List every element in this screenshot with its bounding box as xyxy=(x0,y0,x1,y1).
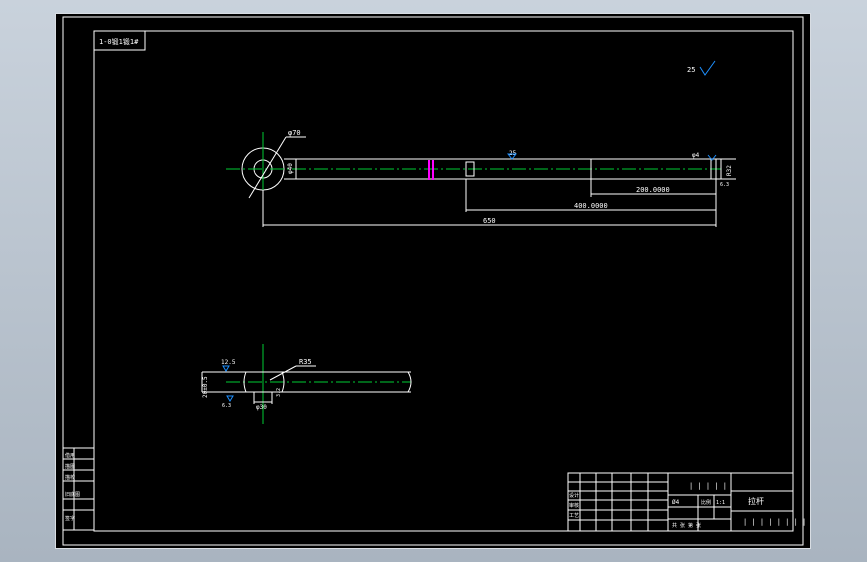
roughness-top: 12.5 xyxy=(221,359,236,366)
tb-sheet: 共 张 第 张 xyxy=(672,522,701,529)
dimension-650: 650 xyxy=(483,217,496,225)
roughness-bottom-icon xyxy=(226,395,234,402)
tip-dim: R32 xyxy=(726,165,733,176)
bottom-mid-label: φ30 xyxy=(256,404,267,411)
tb-weight: Ø4 xyxy=(672,499,680,506)
tb-part-name: 拉杆 xyxy=(748,496,764,506)
roughness-note: 25 xyxy=(687,66,695,74)
tip-tolerance: 6.3 xyxy=(720,182,729,188)
bottom-right-label: 3.2 xyxy=(276,388,282,397)
side-row-2: 描图 xyxy=(65,463,75,470)
title-block: 设计 审核 工艺 | | | | | Ø4 比例 1:1 共 张 第 张 拉杆 … xyxy=(567,472,806,532)
roughness-symbol-icon xyxy=(699,60,716,76)
bottom-left-label: 6.3 xyxy=(222,403,231,409)
side-row-5: 签字 xyxy=(65,515,75,522)
tb-material: | | | | | xyxy=(689,482,727,490)
section-view: R35 12.5 20±0.5 6.3 φ30 3.2 xyxy=(201,344,412,424)
dimension-200: 200.0000 xyxy=(636,186,670,194)
title-tab-text: 1-0锻1锻1# xyxy=(99,37,139,46)
shaft-dim: φ40 xyxy=(287,163,294,174)
tb-row-review: 审核 xyxy=(569,502,579,509)
tb-row-process: 工艺 xyxy=(569,513,579,519)
tb-row-design: 设计 xyxy=(569,492,579,499)
side-table: 借用 描图 描校 旧底图 签字 xyxy=(62,447,95,531)
tb-code: 1:1 xyxy=(716,500,725,506)
cad-viewport[interactable]: 1-0锻1锻1# 25 φ70 φ40 R32 φ4 6.3 25 200.00… xyxy=(55,13,811,549)
sheet-outer-frame xyxy=(62,16,804,546)
dimension-400: 400.0000 xyxy=(574,202,608,210)
left-dim: 20±0.5 xyxy=(202,376,209,398)
sheet-inner-frame xyxy=(93,30,794,532)
side-row-3: 描校 xyxy=(65,474,75,481)
tb-scale-label: 比例 xyxy=(701,499,711,506)
drawing-canvas: 1-0锻1锻1# 25 φ70 φ40 R32 φ4 6.3 25 200.00… xyxy=(62,16,806,546)
top-view: φ70 φ40 R32 φ4 6.3 25 200.0000 400.0000 xyxy=(226,129,736,227)
side-row-4: 旧底图 xyxy=(65,491,80,498)
radius-label: R35 xyxy=(299,358,312,366)
tip-label: φ4 xyxy=(692,152,700,159)
diameter-label: φ70 xyxy=(288,129,301,137)
roughness-top-icon xyxy=(222,365,230,372)
tb-drawing-no: | | | | | | | | xyxy=(743,518,806,526)
side-row-1: 借用 xyxy=(65,452,75,459)
